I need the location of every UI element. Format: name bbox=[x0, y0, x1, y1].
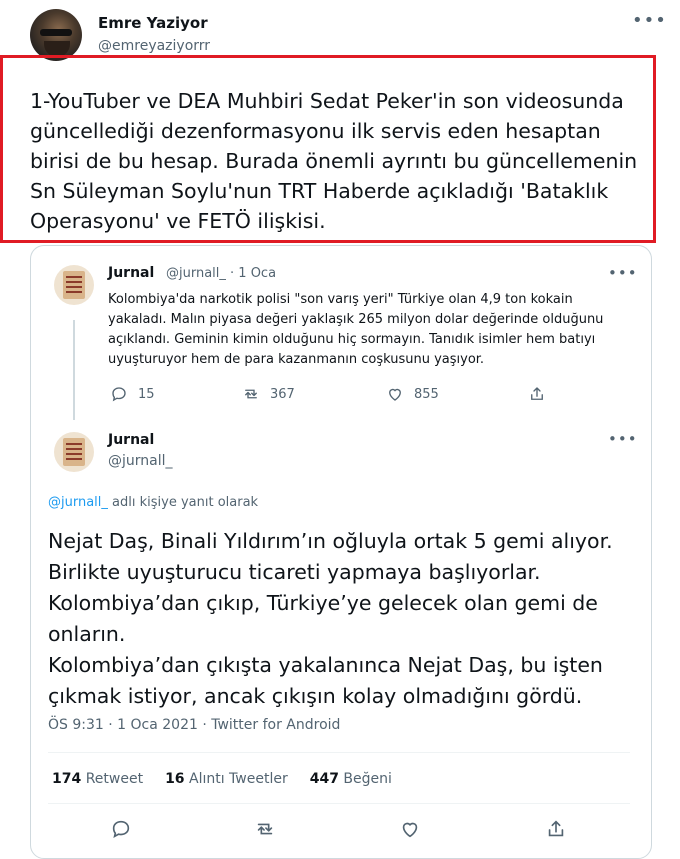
share-icon bbox=[548, 820, 564, 837]
engagement-stats: 174 Retweet 16 Alıntı Tweetler 447 Beğen… bbox=[52, 771, 392, 787]
like-button[interactable] bbox=[399, 818, 421, 840]
quote2-author-name[interactable]: Jurnal bbox=[108, 432, 154, 448]
like-label: Beğeni bbox=[343, 771, 392, 787]
author-avatar[interactable] bbox=[30, 9, 82, 61]
quote2-author-handle[interactable]: @jurnall_ bbox=[108, 453, 173, 469]
reply-icon bbox=[112, 387, 126, 402]
reply-context: @jurnall_ adlı kişiye yanıt olarak bbox=[48, 495, 258, 510]
quote1-retweet-count: 367 bbox=[270, 386, 295, 402]
quote2-text-line: Kolombiya’dan çıkıp, Türkiye’ye gelecek … bbox=[48, 591, 598, 646]
quote2-text: Nejat Daş, Binali Yıldırım’ın oğluyla or… bbox=[48, 526, 628, 712]
reply-mention-link[interactable]: @jurnall_ bbox=[48, 495, 108, 510]
quote1-more-icon[interactable]: ••• bbox=[608, 264, 638, 282]
author-handle[interactable]: @emreyaziyorrr bbox=[98, 38, 210, 54]
quote2-text-line: Nejat Daş, Binali Yıldırım’ın oğluyla or… bbox=[48, 529, 613, 553]
thread-connector bbox=[73, 320, 75, 420]
quote2-text-line: Birlikte uyuşturucu ticareti yapmaya baş… bbox=[48, 560, 541, 584]
quote2-text-line: Kolombiya’dan çıkışta yakalanınca Nejat … bbox=[48, 653, 603, 708]
quote1-meta: @jurnall_ · 1 Oca bbox=[166, 266, 277, 281]
quote1-like-button[interactable]: 855 bbox=[386, 385, 439, 403]
heart-icon bbox=[389, 388, 401, 401]
quote1-retweet-button[interactable]: 367 bbox=[242, 385, 295, 403]
quote1-reply-count: 15 bbox=[138, 386, 155, 402]
tweet-timestamp[interactable]: ÖS 9:31 · 1 Oca 2021 · Twitter for Andro… bbox=[48, 717, 340, 733]
share-icon bbox=[531, 387, 543, 400]
reply-button[interactable] bbox=[110, 818, 132, 840]
share-button[interactable] bbox=[545, 818, 567, 840]
retweet-icon bbox=[245, 389, 257, 399]
retweet-icon bbox=[257, 823, 273, 835]
jurnal-avatar[interactable] bbox=[54, 432, 94, 472]
quote1-text: Kolombiya'da narkotik polisi "son varış … bbox=[108, 292, 604, 367]
quote2-more-icon[interactable]: ••• bbox=[608, 430, 638, 448]
quote-label: Alıntı Tweetler bbox=[189, 771, 288, 787]
tweet-text: 1-YouTuber ve DEA Muhbiri Sedat Peker'in… bbox=[30, 89, 638, 233]
author-name[interactable]: Emre Yaziyor bbox=[98, 14, 208, 32]
heart-icon bbox=[402, 822, 418, 838]
quote1-share-button[interactable] bbox=[528, 385, 546, 403]
divider bbox=[48, 803, 630, 804]
quote1-like-count: 855 bbox=[414, 386, 439, 402]
divider bbox=[48, 752, 630, 753]
jurnal-avatar[interactable] bbox=[54, 265, 94, 305]
quote1-author-name[interactable]: Jurnal bbox=[108, 265, 154, 281]
quote-count: 16 bbox=[165, 771, 185, 787]
retweet-label: Retweet bbox=[85, 771, 144, 787]
more-icon[interactable]: ••• bbox=[632, 10, 667, 31]
quote1-reply-button[interactable]: 15 bbox=[110, 385, 155, 403]
quote-stat[interactable]: 16 Alıntı Tweetler bbox=[165, 771, 288, 787]
reply-icon bbox=[112, 820, 130, 838]
retweet-button[interactable] bbox=[254, 818, 276, 840]
like-stat[interactable]: 447 Beğeni bbox=[310, 771, 392, 787]
retweet-count: 174 bbox=[52, 771, 82, 787]
retweet-stat[interactable]: 174 Retweet bbox=[52, 771, 143, 787]
reply-context-label: adlı kişiye yanıt olarak bbox=[112, 495, 259, 510]
like-count: 447 bbox=[309, 771, 339, 787]
